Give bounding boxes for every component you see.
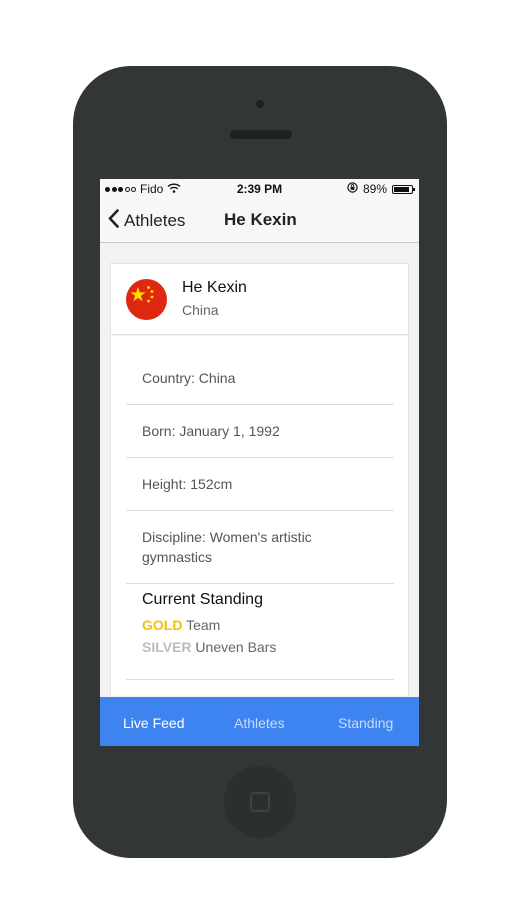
- battery-fill: [394, 186, 409, 192]
- battery-icon: [392, 184, 415, 194]
- detail-born: Born: January 1, 1992: [142, 423, 280, 439]
- tab-athletes[interactable]: Athletes: [234, 715, 285, 731]
- medal-line-uneven-bars: SILVER Uneven Bars: [142, 639, 276, 655]
- detail-row-country: Country: China: [126, 336, 394, 405]
- orientation-lock-icon: [347, 182, 358, 196]
- athlete-header-card: He Kexin China: [110, 263, 409, 335]
- chevron-left-icon: [108, 209, 119, 233]
- silver-medal-label: SILVER: [142, 639, 192, 655]
- detail-country: Country: China: [142, 370, 236, 386]
- page-title: He Kexin: [224, 210, 297, 229]
- medal-line-team: GOLD Team: [142, 617, 220, 633]
- tab-bar: Live Feed Athletes Standing: [100, 697, 419, 746]
- navigation-bar: Athletes He Kexin: [100, 199, 419, 243]
- battery-percent: 89%: [362, 182, 387, 196]
- back-button[interactable]: Athletes: [108, 209, 185, 233]
- home-square-icon: [250, 792, 270, 812]
- tab-standing[interactable]: Standing: [338, 715, 393, 731]
- detail-row-height: Height: 152cm: [126, 458, 394, 511]
- standing-title: Current Standing: [142, 591, 263, 608]
- athlete-country: China: [182, 302, 219, 318]
- home-button[interactable]: [224, 766, 296, 838]
- back-button-label: Athletes: [124, 211, 186, 230]
- current-standing-section: Current Standing GOLD Team SILVER Uneven…: [126, 584, 394, 680]
- front-camera: [256, 100, 264, 108]
- medal-event-uneven-bars: Uneven Bars: [195, 639, 277, 655]
- athlete-name: He Kexin: [182, 279, 247, 296]
- earpiece-speaker: [230, 130, 292, 139]
- china-flag-icon: [126, 279, 167, 320]
- detail-discipline: Discipline: Women's artistic gymnastics: [142, 529, 312, 565]
- status-right: 89%: [347, 182, 415, 196]
- detail-height: Height: 152cm: [142, 476, 233, 492]
- medal-event-team: Team: [186, 617, 221, 633]
- app-screen: Fido 2:39 PM 89% Athletes He Kexin He Ke…: [100, 179, 419, 746]
- athlete-details-card: Country: China Born: January 1, 1992 Hei…: [110, 336, 409, 696]
- gold-medal-label: GOLD: [142, 617, 183, 633]
- detail-row-discipline: Discipline: Women's artistic gymnastics: [126, 511, 394, 584]
- tab-live-feed[interactable]: Live Feed: [123, 715, 184, 731]
- detail-row-born: Born: January 1, 1992: [126, 405, 394, 458]
- status-bar: Fido 2:39 PM 89%: [100, 179, 419, 199]
